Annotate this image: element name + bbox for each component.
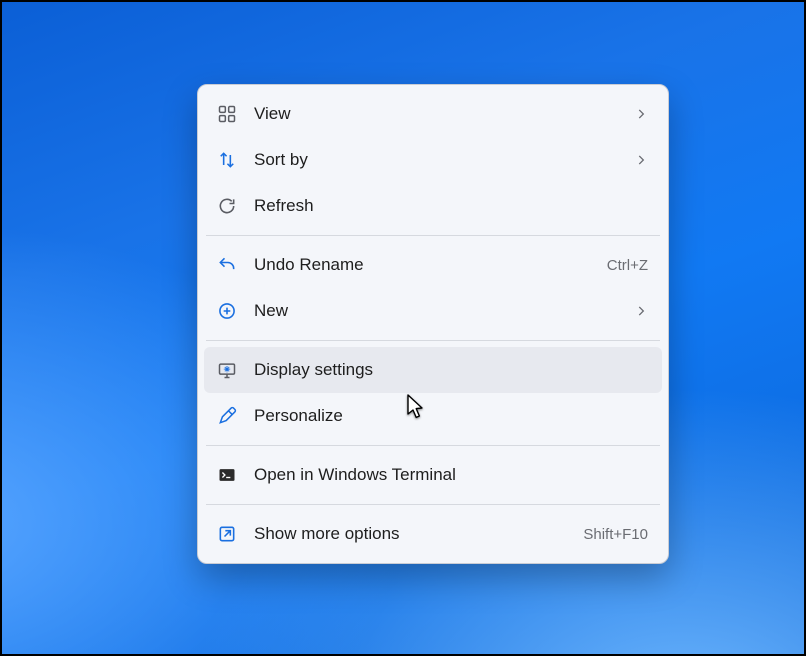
menu-item-refresh[interactable]: Refresh (204, 183, 662, 229)
menu-item-terminal[interactable]: Open in Windows Terminal (204, 452, 662, 498)
menu-item-undo[interactable]: Undo Rename Ctrl+Z (204, 242, 662, 288)
chevron-right-icon (634, 107, 648, 121)
menu-label: Undo Rename (254, 255, 599, 275)
menu-separator (206, 445, 660, 446)
menu-separator (206, 340, 660, 341)
chevron-right-icon (634, 304, 648, 318)
menu-item-view[interactable]: View (204, 91, 662, 137)
menu-item-display-settings[interactable]: Display settings (204, 347, 662, 393)
menu-accelerator: Ctrl+Z (607, 257, 648, 274)
undo-icon (216, 254, 238, 276)
menu-item-more-options[interactable]: Show more options Shift+F10 (204, 511, 662, 557)
display-icon (216, 359, 238, 381)
menu-item-sort[interactable]: Sort by (204, 137, 662, 183)
menu-item-new[interactable]: New (204, 288, 662, 334)
menu-label: Sort by (254, 150, 634, 170)
grid-icon (216, 103, 238, 125)
terminal-icon (216, 464, 238, 486)
refresh-icon (216, 195, 238, 217)
sort-icon (216, 149, 238, 171)
menu-label: Open in Windows Terminal (254, 465, 648, 485)
menu-separator (206, 235, 660, 236)
context-menu: View Sort by Refresh Undo Rename Ctrl+Z … (197, 84, 669, 564)
menu-label: Personalize (254, 406, 648, 426)
menu-label: Refresh (254, 196, 648, 216)
menu-accelerator: Shift+F10 (583, 526, 648, 543)
menu-label: New (254, 301, 634, 321)
menu-label: Display settings (254, 360, 648, 380)
new-icon (216, 300, 238, 322)
expand-icon (216, 523, 238, 545)
menu-item-personalize[interactable]: Personalize (204, 393, 662, 439)
menu-label: View (254, 104, 634, 124)
pen-icon (216, 405, 238, 427)
menu-separator (206, 504, 660, 505)
chevron-right-icon (634, 153, 648, 167)
menu-label: Show more options (254, 524, 575, 544)
